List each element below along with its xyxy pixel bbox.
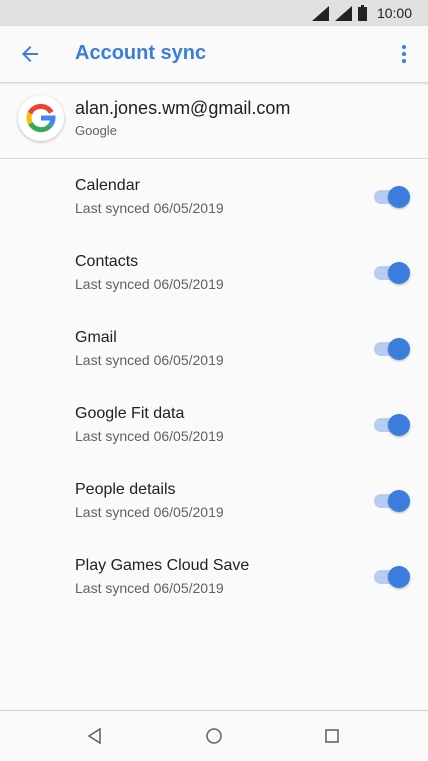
toggle-thumb <box>388 262 410 284</box>
cell-signal-icon <box>334 5 352 21</box>
more-options-button[interactable] <box>394 42 414 66</box>
sync-item-google-fit[interactable]: Google Fit data Last synced 06/05/2019 <box>0 387 428 463</box>
back-button[interactable] <box>18 42 42 66</box>
account-type: Google <box>75 123 117 138</box>
page-title: Account sync <box>75 42 207 64</box>
sync-item-subtitle: Last synced 06/05/2019 <box>75 580 224 596</box>
avatar <box>18 95 64 141</box>
nav-back-button[interactable] <box>84 725 106 747</box>
sync-item-title: Gmail <box>75 329 117 346</box>
sync-toggle-contacts[interactable] <box>374 262 410 284</box>
sync-item-play-games[interactable]: Play Games Cloud Save Last synced 06/05/… <box>0 539 428 615</box>
sync-item-people-details[interactable]: People details Last synced 06/05/2019 <box>0 463 428 539</box>
account-email: alan.jones.wm@gmail.com <box>75 98 291 118</box>
sync-toggle-play-games[interactable] <box>374 566 410 588</box>
sync-toggle-calendar[interactable] <box>374 186 410 208</box>
sync-item-title: Play Games Cloud Save <box>75 557 250 574</box>
battery-icon <box>357 5 367 21</box>
sync-item-title: People details <box>75 481 176 498</box>
toggle-thumb <box>388 338 410 360</box>
nav-home-icon <box>206 728 222 744</box>
toggle-thumb <box>388 490 410 512</box>
sync-item-calendar[interactable]: Calendar Last synced 06/05/2019 <box>0 159 428 235</box>
toggle-thumb <box>388 414 410 436</box>
nav-home-button[interactable] <box>203 725 225 747</box>
more-vert-icon <box>402 45 406 63</box>
app-bar: Account sync <box>0 26 428 83</box>
account-header: alan.jones.wm@gmail.com Google <box>0 83 428 159</box>
sync-item-title: Contacts <box>75 253 139 270</box>
nav-recents-button[interactable] <box>321 725 343 747</box>
sync-toggle-gmail[interactable] <box>374 338 410 360</box>
sync-item-subtitle: Last synced 06/05/2019 <box>75 276 224 292</box>
sync-item-subtitle: Last synced 06/05/2019 <box>75 428 224 444</box>
status-bar: 10:00 <box>0 0 428 26</box>
sync-toggle-people-details[interactable] <box>374 490 410 512</box>
sync-toggle-google-fit[interactable] <box>374 414 410 436</box>
sync-item-subtitle: Last synced 06/05/2019 <box>75 200 224 216</box>
back-arrow-icon <box>22 46 38 62</box>
sync-item-subtitle: Last synced 06/05/2019 <box>75 504 224 520</box>
nav-recents-icon <box>325 729 339 743</box>
google-logo-icon <box>26 103 56 133</box>
sync-item-contacts[interactable]: Contacts Last synced 06/05/2019 <box>0 235 428 311</box>
nav-back-icon <box>87 727 101 745</box>
status-icons: 10:00 <box>311 4 412 22</box>
wifi-signal-icon <box>311 5 329 21</box>
toggle-thumb <box>388 186 410 208</box>
toggle-thumb <box>388 566 410 588</box>
sync-item-subtitle: Last synced 06/05/2019 <box>75 352 224 368</box>
status-time: 10:00 <box>376 5 412 21</box>
sync-item-title: Google Fit data <box>75 405 185 422</box>
sync-item-gmail[interactable]: Gmail Last synced 06/05/2019 <box>0 311 428 387</box>
navigation-bar <box>0 710 428 761</box>
sync-item-title: Calendar <box>75 177 140 194</box>
